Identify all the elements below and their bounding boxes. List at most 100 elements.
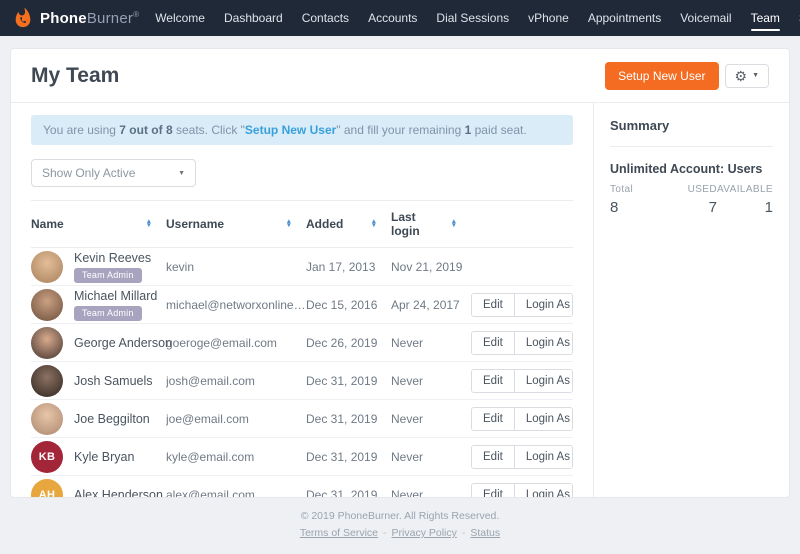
banner-text: seats. Click " — [173, 123, 245, 137]
card-header: My Team Setup New User ⚙ ▼ — [11, 49, 789, 103]
stat-total: Total 8 — [610, 184, 663, 216]
settings-gear-button[interactable]: ⚙ ▼ — [725, 64, 770, 88]
table-row: AHAlex Hendersonalex@email.comDec 31, 20… — [31, 476, 573, 498]
cell-username: kevin — [166, 260, 306, 274]
cell-name: KB Kyle Bryan — [31, 441, 166, 473]
cell-actions: EditLogin As — [471, 369, 573, 393]
login-as-button[interactable]: Login As — [514, 332, 573, 354]
banner-setup-new-user-link[interactable]: Setup New User — [245, 123, 336, 137]
stat-total-value: 8 — [610, 199, 663, 216]
login-as-button[interactable]: Login As — [514, 484, 573, 498]
name-block: Josh Samuels — [74, 374, 153, 388]
cell-added-date: Dec 31, 2019 — [306, 488, 391, 498]
name-block: Kevin ReevesTeam Admin — [74, 251, 151, 283]
name-block: Joe Beggilton — [74, 412, 150, 426]
sort-icon[interactable]: ▲▼ — [451, 220, 457, 229]
cell-actions: EditLogin As — [471, 445, 573, 469]
copyright-text: © 2019 PhoneBurner. All Rights Reserved. — [0, 510, 800, 522]
cell-last-login: Never — [391, 488, 471, 498]
column-header-name: Name ▲▼ — [31, 217, 166, 231]
footer-link-terms-of-service[interactable]: Terms of Service — [300, 527, 378, 539]
banner-text: paid seat. — [471, 123, 526, 137]
table-row: Josh Samuelsjosh@email.comDec 31, 2019Ne… — [31, 362, 573, 400]
table-header-row: Name▲▼Username▲▼Added▲▼Last login▲▼ — [31, 200, 573, 248]
show-only-active-select[interactable]: Show Only Active ▼ — [31, 159, 196, 187]
cell-added-date: Dec 15, 2016 — [306, 298, 391, 312]
login-as-button[interactable]: Login As — [514, 408, 573, 430]
cell-username: michael@networxonline.com — [166, 298, 306, 312]
login-as-button[interactable]: Login As — [514, 294, 573, 316]
row-action-group: EditLogin As — [471, 369, 573, 393]
seat-stats: Total 8 USED 7 AVAILABLE 1 — [610, 184, 773, 216]
nav-item-vphone[interactable]: vPhone — [528, 0, 569, 36]
user-full-name: Michael Millard — [74, 289, 157, 303]
edit-button[interactable]: Edit — [472, 370, 514, 392]
sort-icon[interactable]: ▲▼ — [146, 220, 152, 229]
edit-button[interactable]: Edit — [472, 446, 514, 468]
cell-name: Kevin ReevesTeam Admin — [31, 251, 166, 283]
cell-last-login: Never — [391, 450, 471, 464]
edit-button[interactable]: Edit — [472, 332, 514, 354]
login-as-button[interactable]: Login As — [514, 446, 573, 468]
my-team-card: My Team Setup New User ⚙ ▼ You are using… — [10, 48, 790, 498]
footer-link-separator: - — [383, 527, 387, 539]
footer-link-status[interactable]: Status — [470, 527, 500, 539]
row-action-group: EditLogin As — [471, 293, 573, 317]
footer-link-separator: - — [462, 527, 466, 539]
stat-used-value: 7 — [663, 199, 716, 216]
cell-added-date: Jan 17, 2013 — [306, 260, 391, 274]
nav-item-appointments[interactable]: Appointments — [588, 0, 661, 36]
edit-button[interactable]: Edit — [472, 484, 514, 498]
cell-name: Joe Beggilton — [31, 403, 166, 435]
avatar — [31, 251, 63, 283]
sort-icon[interactable]: ▲▼ — [286, 220, 292, 229]
cell-actions: EditLogin As — [471, 407, 573, 431]
stat-available-label: AVAILABLE — [717, 184, 773, 195]
nav-item-contacts[interactable]: Contacts — [302, 0, 349, 36]
cell-username: joe@email.com — [166, 412, 306, 426]
nav-item-dashboard[interactable]: Dashboard — [224, 0, 283, 36]
nav-item-voicemail[interactable]: Voicemail — [680, 0, 731, 36]
setup-new-user-button[interactable]: Setup New User — [605, 62, 718, 90]
name-block: Kyle Bryan — [74, 450, 134, 464]
cell-name: Michael MillardTeam Admin — [31, 289, 166, 321]
cell-username: alex@email.com — [166, 488, 306, 498]
table-row: Michael MillardTeam Adminmichael@networx… — [31, 286, 573, 324]
nav-item-accounts[interactable]: Accounts — [368, 0, 417, 36]
login-as-button[interactable]: Login As — [514, 370, 573, 392]
edit-button[interactable]: Edit — [472, 294, 514, 316]
column-header-label: Name — [31, 217, 64, 231]
user-full-name: Kyle Bryan — [74, 450, 134, 464]
banner-text: " and fill your remaining — [336, 123, 464, 137]
table-row: Joe Beggiltonjoe@email.comDec 31, 2019Ne… — [31, 400, 573, 438]
stat-used: USED 7 — [663, 184, 716, 216]
row-action-group: EditLogin As — [471, 483, 573, 498]
edit-button[interactable]: Edit — [472, 408, 514, 430]
nav-item-welcome[interactable]: Welcome — [155, 0, 205, 36]
row-action-group: EditLogin As — [471, 331, 573, 355]
user-full-name: Kevin Reeves — [74, 251, 151, 265]
seats-info-banner: You are using 7 out of 8 seats. Click "S… — [31, 115, 573, 145]
cell-name: George Anderson — [31, 327, 166, 359]
avatar: KB — [31, 441, 63, 473]
user-full-name: George Anderson — [74, 336, 172, 350]
stat-available-value: 1 — [717, 199, 773, 216]
avatar — [31, 403, 63, 435]
sort-icon[interactable]: ▲▼ — [371, 220, 377, 229]
column-header-label: Last login — [391, 210, 442, 238]
cell-added-date: Dec 31, 2019 — [306, 374, 391, 388]
avatar — [31, 365, 63, 397]
team-main-panel: You are using 7 out of 8 seats. Click "S… — [11, 103, 593, 497]
footer-link-privacy-policy[interactable]: Privacy Policy — [392, 527, 457, 539]
cell-last-login: Never — [391, 336, 471, 350]
cell-last-login: Never — [391, 412, 471, 426]
phoneburner-logo[interactable]: PhoneBurner® — [12, 7, 139, 29]
avatar — [31, 327, 63, 359]
nav-item-team[interactable]: Team — [751, 0, 780, 36]
cell-added-date: Dec 31, 2019 — [306, 450, 391, 464]
cell-name: AHAlex Henderson — [31, 479, 166, 498]
cell-last-login: Nov 21, 2019 — [391, 260, 471, 274]
cell-username: kyle@email.com — [166, 450, 306, 464]
nav-item-dial-sessions[interactable]: Dial Sessions — [436, 0, 509, 36]
table-row: George Andersongoeroge@email.comDec 26, … — [31, 324, 573, 362]
